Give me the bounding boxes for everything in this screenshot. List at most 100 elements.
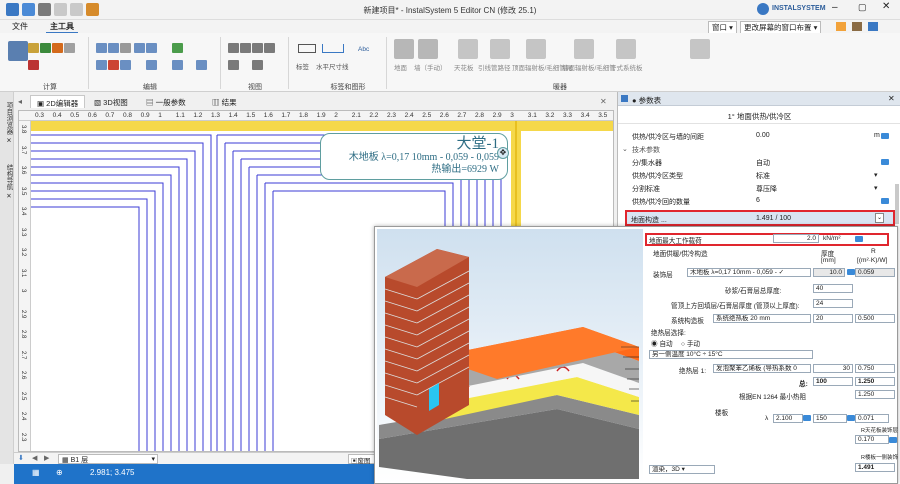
ruler-tick: 0.6 (87, 112, 97, 119)
tab-2d-editor[interactable]: ▣ 2D编辑器 (30, 95, 86, 108)
param-row-distance[interactable]: 供热/供冷区与墙的间距 0.00 m (618, 130, 900, 142)
max-load-picker-icon[interactable] (855, 236, 863, 242)
layer-prev-icon[interactable]: ◀ (32, 454, 37, 462)
label-dim[interactable]: 水平尺寸线 (316, 61, 349, 71)
zoom-out-icon[interactable] (240, 43, 251, 53)
dimension-icon[interactable] (322, 44, 344, 53)
radio-auto[interactable]: ◉ 自动 (651, 338, 673, 348)
grid-icon[interactable]: ▦ (32, 468, 40, 477)
zoom-in-icon[interactable] (228, 43, 239, 53)
calc-tool-icon[interactable] (52, 43, 63, 53)
param-row-manifold[interactable]: 分/集水器 自动 (618, 156, 900, 168)
help-icon[interactable] (836, 22, 846, 31)
zoom-all-icon[interactable] (264, 43, 275, 53)
tab-structure-navigator[interactable]: 结构导航 ✕ (3, 164, 13, 200)
settings-icon[interactable] (852, 22, 862, 31)
param-section-tech[interactable]: ⌄ 技术参数 (618, 143, 900, 155)
slab-lambda-picker-icon[interactable] (803, 415, 811, 421)
wall-radiant-icon[interactable] (574, 39, 594, 59)
col-r: R (871, 248, 876, 255)
maximize-button[interactable]: ▢ (858, 2, 867, 13)
tab-3d-view[interactable]: ▧ 3D视图 (88, 95, 134, 108)
label-tag[interactable]: 标签 (296, 61, 309, 71)
ceiling-tool-icon[interactable] (458, 39, 478, 59)
text-style-icon[interactable]: Abc (358, 46, 369, 53)
slab-lambda-input[interactable]: 2.100 (773, 414, 803, 423)
radio-manual[interactable]: ○ 手动 (681, 338, 700, 348)
delete-icon[interactable] (108, 60, 119, 70)
pipe-path-icon[interactable] (490, 39, 510, 59)
pointer-icon[interactable]: ⊕ (56, 468, 63, 477)
slab-thickness-picker-icon[interactable] (847, 415, 855, 421)
floor-tool-5[interactable]: 墙面辐射板/毛细管 (562, 62, 616, 72)
room-label-card[interactable]: 大堂-1 木地板 λ=0,17 10mm - 0,059 - 0,059 热输出… (320, 133, 508, 180)
layer-next-icon[interactable]: ▶ (44, 454, 49, 462)
calc-tool-icon[interactable] (64, 43, 75, 53)
floor-tool-2[interactable]: 天花板 (454, 62, 474, 72)
screed-total-input[interactable]: 40 (813, 284, 853, 293)
tab-results[interactable]: ▥ 结果 (206, 95, 243, 108)
menu-file[interactable]: 文件 (8, 21, 32, 32)
param-row-zone-type[interactable]: 供热/供冷区类型 标准 ▾ (618, 169, 900, 181)
download-icon[interactable]: ⬇ (18, 454, 24, 462)
finish-layer-select[interactable]: 木地板 λ=0,17 10mm - 0,059 - ✓ (687, 268, 811, 277)
tab-project-browser[interactable]: 项目浏览器 ✕ (3, 102, 13, 144)
max-load-input[interactable]: 2.0 (773, 234, 819, 243)
floor-tool-3[interactable]: 引线管路径 (478, 62, 511, 72)
panel-close-icon[interactable]: ✕ (888, 94, 895, 103)
calc-tool-icon[interactable] (28, 43, 39, 53)
param-row-split[interactable]: 分割标准 尊压降 ▾ (618, 182, 900, 194)
insulation1-thickness[interactable]: 30 (813, 364, 853, 373)
tab-general-params[interactable]: ▤ 一般参数 (140, 95, 192, 108)
floor-tool-6[interactable]: 干式系统板 (610, 62, 643, 72)
edit-tool-icon[interactable] (96, 60, 107, 70)
view-tool-icon[interactable] (228, 60, 239, 70)
panel-pin-icon[interactable] (621, 95, 628, 102)
edit-tool-icon[interactable] (146, 60, 157, 70)
edit-tool-icon[interactable] (146, 43, 157, 53)
other-side-temp-select[interactable]: 另一侧温度 10°C ÷ 15°C (649, 350, 813, 359)
floor-tool-1[interactable]: 墙（手动） (414, 62, 447, 72)
panel-scrollbar[interactable] (895, 184, 899, 224)
minimize-button[interactable]: – (832, 2, 838, 13)
edit-tool-icon[interactable] (172, 60, 183, 70)
wall-tool-icon[interactable] (418, 39, 438, 59)
ruler-tick: 3.3 (20, 227, 26, 236)
edit-tool-icon[interactable] (134, 43, 145, 53)
ceiling-radiant-icon[interactable] (526, 39, 546, 59)
group-label-radiator: 暖器 (553, 84, 567, 91)
dry-system-icon[interactable] (616, 39, 636, 59)
edit-tool-icon[interactable] (96, 43, 107, 53)
edit-tool-icon[interactable] (172, 43, 183, 53)
edit-tool-icon[interactable] (120, 43, 131, 53)
view-tool-icon[interactable] (252, 60, 263, 70)
edit-tool-icon[interactable] (120, 60, 131, 70)
close-button[interactable]: ✕ (882, 1, 890, 12)
floor-tool-0[interactable]: 地面 (394, 62, 407, 72)
edit-tool-icon[interactable] (196, 60, 207, 70)
calc-tool-icon[interactable] (40, 43, 51, 53)
tag-icon[interactable] (298, 44, 316, 53)
slab-thickness-input[interactable]: 150 (813, 414, 847, 423)
calc-tool-icon[interactable] (28, 60, 39, 70)
info-icon[interactable] (868, 22, 878, 31)
total-r: 1.250 (855, 377, 895, 386)
radiator-tool-icon[interactable] (690, 39, 710, 59)
pipe-above-input[interactable]: 24 (813, 299, 853, 308)
zoom-window-icon[interactable] (252, 43, 263, 53)
param-row-floor-construction[interactable]: 地面构造 ... 1.491 / 100 ⌄ (625, 210, 895, 226)
move-handle-icon[interactable]: ✥ (497, 147, 509, 159)
tab-close-icon[interactable]: ✕ (600, 97, 607, 106)
render-mode-select[interactable]: 渲染，3D ▾ (649, 465, 715, 474)
level-selector[interactable]: ▦ B1 层 ▾ (58, 454, 158, 464)
insulation1-select[interactable]: 发泡聚苯乙烯板 (导热系数 0 (713, 364, 811, 373)
finish-picker-icon[interactable] (847, 269, 855, 275)
system-plate-select[interactable]: 系统绝热板 20 mm (713, 314, 811, 323)
r-ceiling-picker-icon[interactable] (889, 437, 897, 443)
param-row-loops[interactable]: 供热/供冷回的数量 6 (618, 195, 900, 207)
tab-scroll-left-icon[interactable]: ◂ (18, 97, 22, 106)
edit-tool-icon[interactable] (108, 43, 119, 53)
group-label-edit: 编辑 (143, 84, 157, 91)
calculate-icon[interactable] (8, 41, 28, 61)
floor-tool-icon[interactable] (394, 39, 414, 59)
